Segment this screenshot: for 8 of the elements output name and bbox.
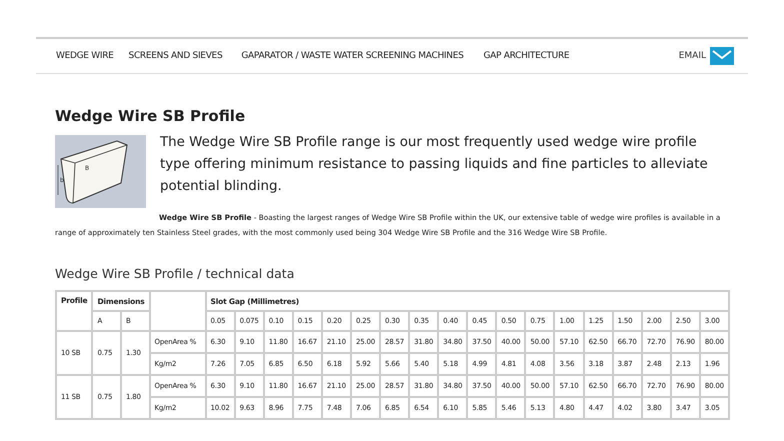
intro-paragraph: The Wedge Wire SB Profile range is our most frequently used wedge wire profile type offering minimum resistance to passing liquids and fine particles to alleviate potential blinding.	[160, 134, 709, 196]
nav-link[interactable]: WEDGE WIRE	[56, 51, 114, 61]
email-link[interactable]: EMAIL	[678, 51, 706, 61]
page-title: Wedge Wire SB Profile	[55, 107, 246, 125]
nav-link[interactable]: GAP ARCHITECTURE	[484, 51, 570, 61]
table-title: Wedge Wire SB Profile / technical data	[55, 266, 296, 281]
nav-link[interactable]: SCREENS AND SIEVES	[128, 51, 222, 61]
nav-link[interactable]: GAPARATOR / WASTE WATER SCREENING MACHINES	[241, 51, 464, 61]
